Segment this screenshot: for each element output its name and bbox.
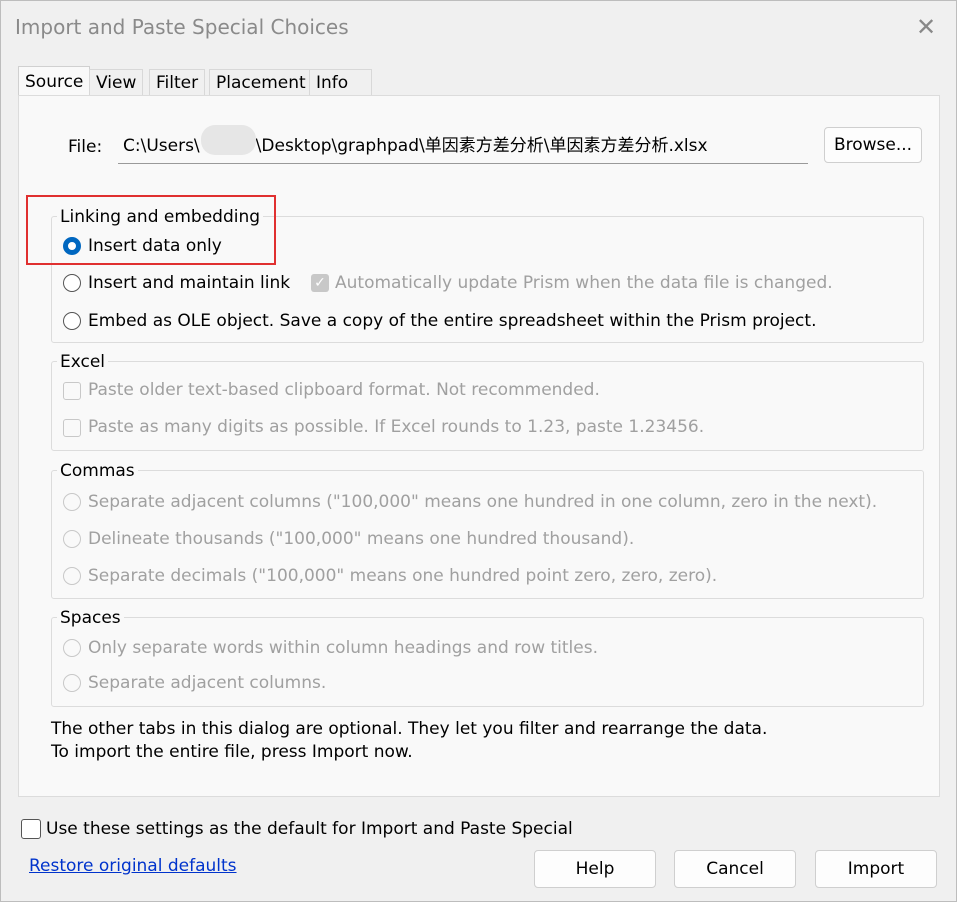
older-format-label: Paste older text-based clipboard format.…	[88, 380, 600, 400]
older-format-checkbox[interactable]	[63, 382, 81, 400]
many-digits-checkbox[interactable]	[63, 419, 81, 437]
insert-maintain-link-label: Insert and maintain link	[88, 273, 291, 293]
info-text-line1: The other tabs in this dialog are option…	[51, 719, 768, 739]
redacted-username	[201, 125, 256, 155]
auto-update-label: Automatically update Prism when the data…	[335, 273, 833, 293]
spaces-separate-columns-label: Separate adjacent columns.	[88, 673, 327, 693]
cancel-button[interactable]: Cancel	[674, 850, 796, 888]
file-path-prefix: C:\Users\	[123, 136, 200, 156]
commas-group-title: Commas	[57, 461, 138, 481]
delineate-thousands-radio[interactable]	[63, 530, 81, 548]
excel-group	[51, 361, 924, 451]
title-bar: Import and Paste Special Choices ✕	[1, 1, 956, 53]
file-path-field[interactable]: C:\Users\ \Desktop\graphpad\单因素方差分析\单因素方差…	[118, 125, 808, 164]
separate-decimals-radio[interactable]	[63, 567, 81, 585]
browse-button[interactable]: Browse...	[824, 127, 922, 163]
spaces-group	[51, 617, 924, 707]
only-words-radio[interactable]	[63, 639, 81, 657]
window-title: Import and Paste Special Choices	[15, 15, 349, 39]
embed-ole-label: Embed as OLE object. Save a copy of the …	[88, 311, 817, 331]
spaces-separate-columns-radio[interactable]	[63, 674, 81, 692]
close-icon[interactable]: ✕	[909, 11, 943, 43]
import-paste-special-dialog: Import and Paste Special Choices ✕ Sourc…	[0, 0, 957, 902]
only-words-label: Only separate words within column headin…	[88, 638, 598, 658]
many-digits-label: Paste as many digits as possible. If Exc…	[88, 417, 705, 437]
excel-group-title: Excel	[57, 352, 109, 372]
use-as-default-label: Use these settings as the default for Im…	[46, 819, 573, 839]
help-button[interactable]: Help	[534, 850, 656, 888]
insert-maintain-link-radio[interactable]	[63, 274, 81, 292]
tab-filter[interactable]: Filter	[149, 69, 206, 96]
delineate-thousands-label: Delineate thousands ("100,000" means one…	[88, 529, 635, 549]
file-path-suffix: \Desktop\graphpad\单因素方差分析\单因素方差分析.xlsx	[255, 136, 708, 156]
tab-source[interactable]: Source	[18, 66, 91, 97]
tab-info-notes[interactable]: Info & Notes	[309, 69, 373, 145]
separate-columns-label: Separate adjacent columns ("100,000" mea…	[88, 492, 878, 512]
embed-ole-radio[interactable]	[63, 312, 81, 330]
restore-defaults-link[interactable]: Restore original defaults	[29, 856, 237, 876]
info-text-line2: To import the entire file, press Import …	[51, 742, 413, 762]
highlight-annotation-box	[26, 195, 276, 265]
auto-update-checkbox[interactable]: ✓	[311, 274, 329, 292]
tab-view[interactable]: View	[89, 69, 144, 96]
use-as-default-checkbox[interactable]	[21, 819, 41, 839]
tab-placement[interactable]: Placement	[209, 69, 313, 96]
spaces-group-title: Spaces	[57, 608, 124, 628]
separate-decimals-label: Separate decimals ("100,000" means one h…	[88, 566, 718, 586]
separate-columns-radio[interactable]	[63, 493, 81, 511]
import-button[interactable]: Import	[815, 850, 937, 888]
file-label: File:	[68, 137, 103, 157]
